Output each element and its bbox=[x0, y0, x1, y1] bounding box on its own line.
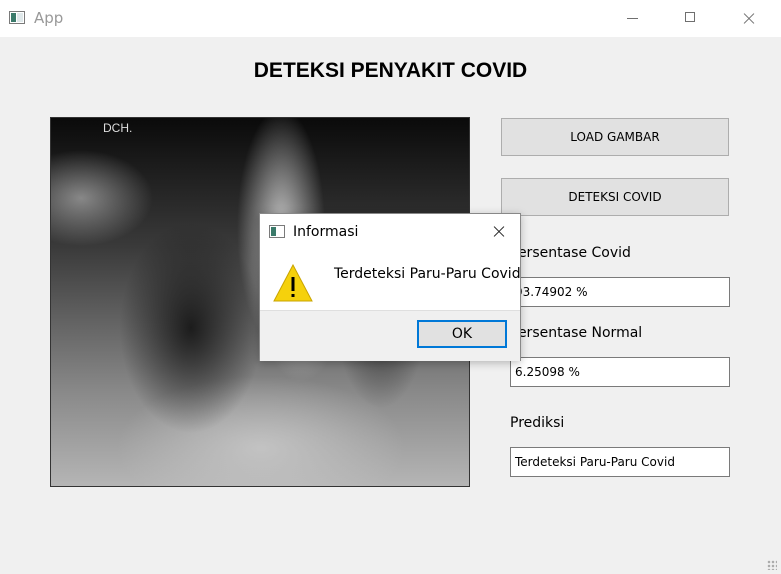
image-overlay-text: DCH. bbox=[103, 121, 133, 135]
normal-percentage-field[interactable]: 6.25098 % bbox=[510, 357, 730, 387]
minimize-button[interactable] bbox=[610, 0, 656, 37]
page-title: DETEKSI PENYAKIT COVID bbox=[253, 59, 528, 82]
warning-icon bbox=[273, 263, 313, 302]
ok-button[interactable]: OK bbox=[417, 320, 507, 348]
load-image-button[interactable]: LOAD GAMBAR bbox=[501, 118, 729, 156]
resize-grip[interactable] bbox=[767, 560, 777, 570]
dialog-close-button[interactable] bbox=[484, 218, 514, 244]
covid-percentage-field[interactable]: 93.74902 % bbox=[510, 277, 730, 307]
prediction-field[interactable]: Terdeteksi Paru-Paru Covid bbox=[510, 447, 730, 477]
close-button[interactable] bbox=[726, 0, 772, 37]
dialog-title: Informasi bbox=[293, 224, 359, 240]
dialog-message: Terdeteksi Paru-Paru Covid bbox=[334, 266, 521, 282]
window-title: App bbox=[34, 9, 64, 27]
maximize-button[interactable] bbox=[667, 0, 713, 37]
info-dialog: Informasi Terdeteksi Paru-Paru Covid OK bbox=[259, 213, 521, 361]
dialog-app-icon bbox=[269, 225, 285, 238]
title-bar: App bbox=[0, 0, 781, 37]
covid-percentage-label: Persentase Covid bbox=[510, 245, 631, 261]
normal-percentage-label: Persentase Normal bbox=[510, 325, 643, 341]
detect-covid-button[interactable]: DETEKSI COVID bbox=[501, 178, 729, 216]
prediction-label: Prediksi bbox=[510, 415, 565, 431]
app-icon bbox=[9, 11, 25, 24]
